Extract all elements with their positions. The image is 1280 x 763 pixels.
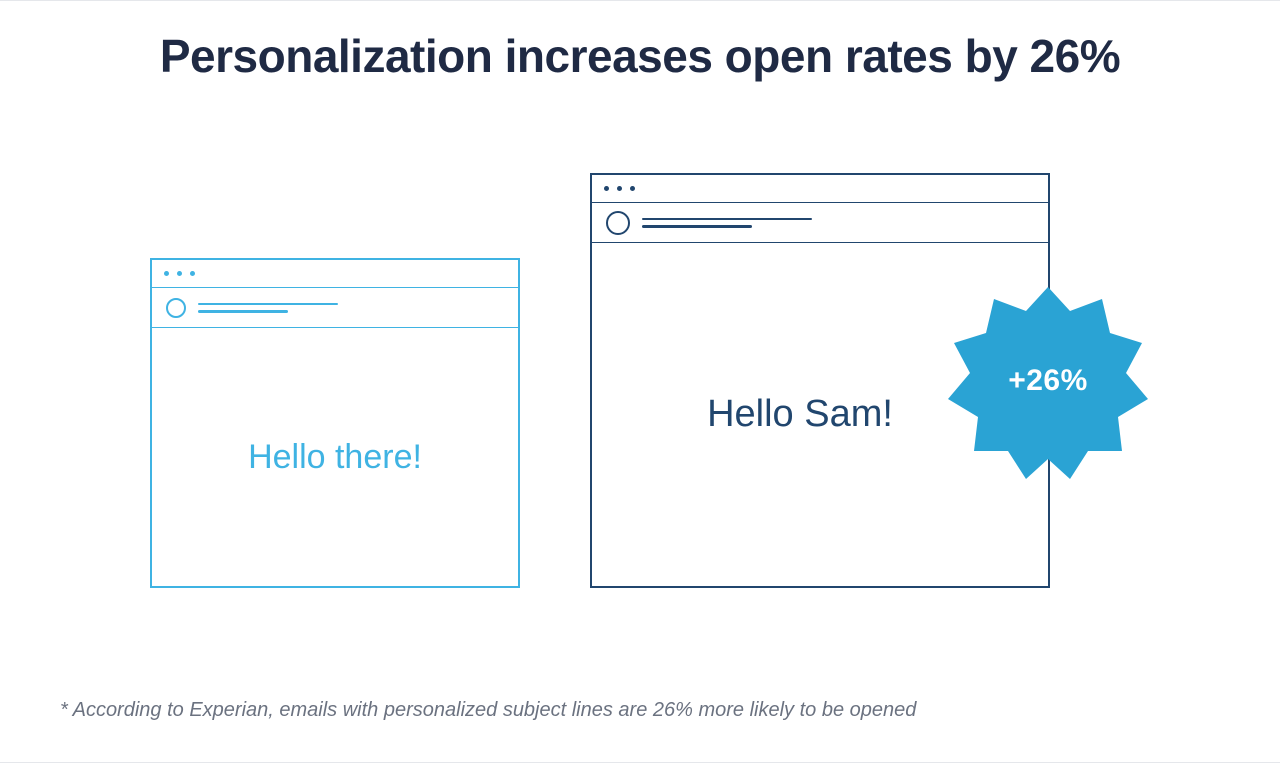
line-icon [198,303,338,306]
generic-email-window: Hello there! [150,258,520,588]
page-title: Personalization increases open rates by … [60,1,1220,83]
illustration-stage: Hello there! Hello Sam! [60,83,1220,603]
source-footnote: * According to Experian, emails with per… [60,699,916,722]
window-address-bar [152,288,518,328]
generic-greeting-text: Hello there! [248,438,422,477]
window-dot-icon [164,271,169,276]
line-icon [198,310,288,313]
text-lines-icon [642,218,812,228]
window-address-bar [592,203,1048,243]
text-lines-icon [198,303,338,313]
window-dot-icon [630,186,635,191]
infographic-page: Personalization increases open rates by … [0,0,1280,763]
personalized-greeting-text: Hello Sam! [707,393,893,436]
window-titlebar [152,260,518,288]
window-dot-icon [190,271,195,276]
personalized-email-window: Hello Sam! +26% [590,173,1050,588]
window-body: Hello there! [152,328,518,586]
uplift-badge: +26% [948,281,1148,481]
window-titlebar [592,175,1048,203]
avatar-circle-icon [606,211,630,235]
window-dot-icon [617,186,622,191]
uplift-badge-value: +26% [1008,364,1088,398]
avatar-circle-icon [166,298,186,318]
window-dot-icon [604,186,609,191]
line-icon [642,218,812,221]
line-icon [642,225,752,228]
window-dot-icon [177,271,182,276]
